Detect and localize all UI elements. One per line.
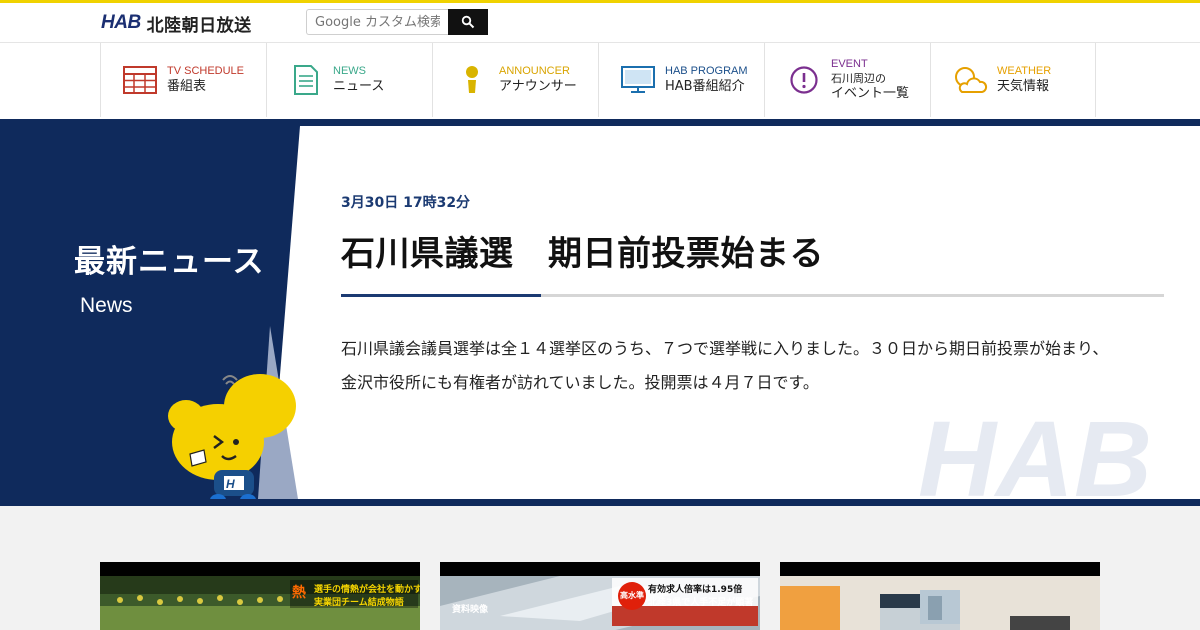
event-icon [790,66,818,94]
hero-top-bar [0,119,1200,126]
hab-watermark: HAB [918,416,1152,498]
news-card[interactable] [780,562,1100,630]
nav-item-event[interactable]: EVENT 石川周辺の イベント一覧 [764,43,930,117]
tv-schedule-icon [123,66,157,94]
search-input[interactable] [306,9,448,35]
nav-item-announcer[interactable]: ANNOUNCER アナウンサー [432,43,598,117]
logo-mark: HAB [101,12,141,33]
nav-label-ja: ニュース [333,79,385,94]
search-icon [461,15,475,29]
nav-item-weather[interactable]: WEATHER 天気情報 [930,43,1096,117]
nav-label-ja-line2: イベント一覧 [831,86,910,101]
card-badge: 高水準 [620,591,644,600]
search-button[interactable] [448,9,488,35]
weather-icon [955,67,988,93]
announcer-icon [466,66,478,93]
news-headline[interactable]: 石川県議選 期日前投票始まる [341,226,824,275]
news-icon [294,65,318,95]
news-card[interactable]: 選手の情熱が会社を動かす 実業団チーム結成物語 熱 [100,562,420,630]
main-nav: TV SCHEDULE 番組表 NEWS ニュース ANNOUNCER アナウン… [0,42,1200,119]
nav-label-ja: 天気情報 [997,79,1050,94]
nav-label-en: NEWS [333,65,366,77]
site-header: HAB 北陸朝日放送 [0,3,1200,42]
nav-label-ja: 番組表 [167,79,207,94]
hero-subtitle: News [80,294,133,317]
headline-rule-accent [341,294,541,297]
nav-label-ja-line1: 石川周辺の [831,72,886,85]
card-caption-line2: 北陸3県で人手不足が顕著 [648,598,754,608]
nav-label-en: WEATHER [997,65,1052,77]
nav-item-hab-program[interactable]: HAB PROGRAM HAB番組紹介 [598,43,764,117]
hero-title: 最新ニュース [74,244,265,280]
card-badge: 熱 [292,585,306,601]
card-label: 資料映像 [452,605,489,615]
monitor-icon [621,66,655,93]
nav-label-ja: アナウンサー [499,79,577,94]
nav-label-en: TV SCHEDULE [167,65,245,77]
news-date: 3月30日 17時32分 [341,195,471,211]
nav-item-news[interactable]: NEWS ニュース [266,43,432,117]
svg-text:H: H [226,477,235,491]
latest-news-hero: 最新ニュース News H HAB 3月30日 17時32分 石川県議選 期日前… [0,126,1200,499]
news-card-thumbnail [780,576,1100,630]
nav-label-ja: HAB番組紹介 [665,79,745,94]
site-logo[interactable]: HAB 北陸朝日放送 [101,11,252,36]
nav-item-tv-schedule[interactable]: TV SCHEDULE 番組表 [100,43,266,117]
news-body: 石川県議会議員選挙は全１４選挙区のうち、７つで選挙戦に入りました。３０日から期日… [341,339,1109,392]
mascot-icon: H [168,374,296,499]
card-caption-line1: 選手の情熱が会社を動かす [314,585,420,595]
card-caption-line1: 有効求人倍率は1.95倍 [648,585,743,595]
search-form [306,9,488,35]
logo-text: 北陸朝日放送 [146,15,252,36]
hero-bottom-bar [0,499,1200,506]
card-caption-line2: 実業団チーム結成物語 [314,598,404,608]
nav-label-en: HAB PROGRAM [665,65,748,77]
news-card[interactable]: 資料映像 高水準 有効求人倍率は1.95倍 北陸3県で人手不足が顕著 [440,562,760,630]
nav-label-en: ANNOUNCER [499,65,570,77]
watermark-text: HAB [918,416,1152,498]
nav-label-en: EVENT [831,58,868,70]
